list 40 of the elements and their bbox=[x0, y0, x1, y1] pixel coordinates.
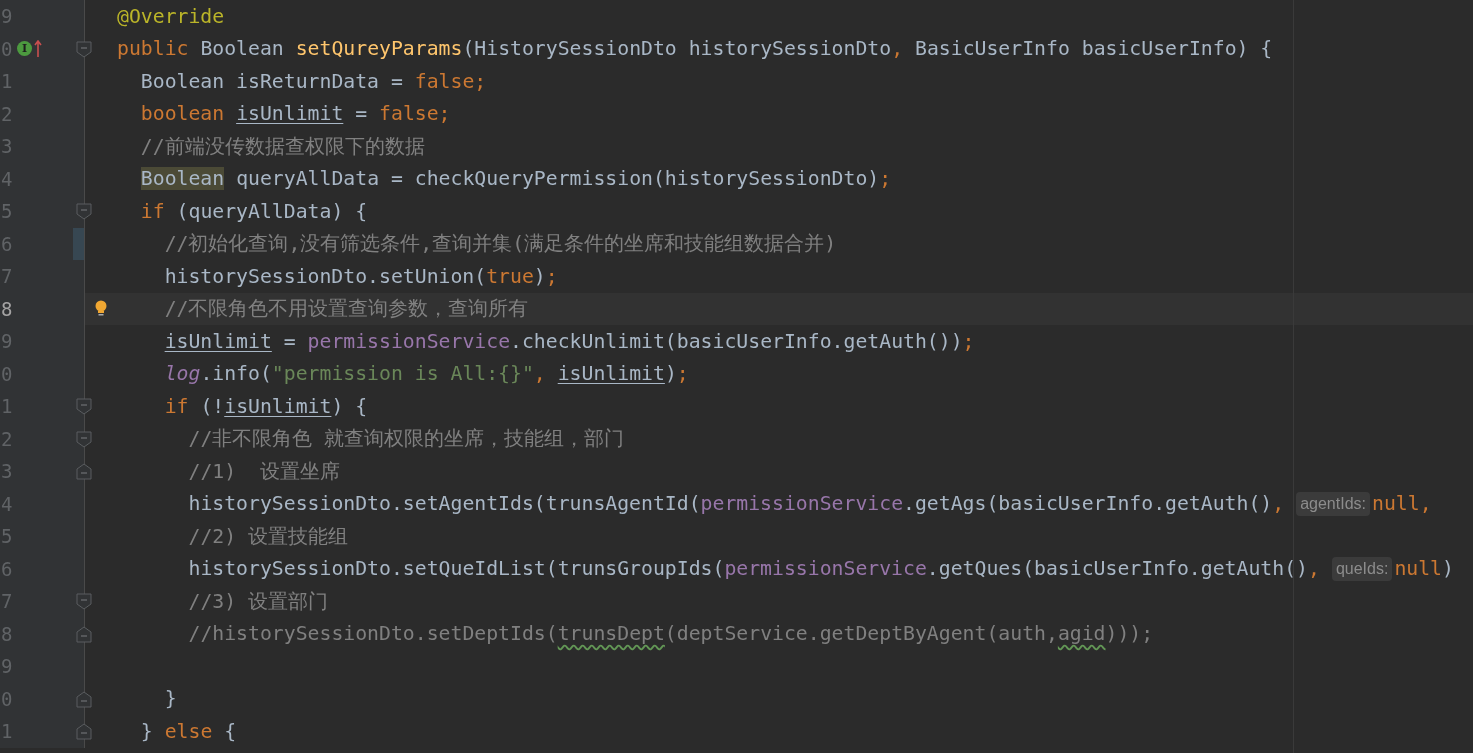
code-text: //historySessionDto.setDeptIds(trunsDept(deptService.getDeptByAgent(auth,agid))); bbox=[187, 622, 1154, 646]
code-text: null) bbox=[1394, 557, 1454, 581]
implements-badge[interactable]: I bbox=[17, 41, 32, 57]
line-number: 8 bbox=[1, 297, 14, 320]
code-text: historySessionDto.setAgentIds(trunsAgentId(permissionService.getAgs(basicUserInfo.getAuth(), bbox=[187, 492, 1285, 516]
code-text: historySessionDto.setUnion(true); bbox=[163, 264, 558, 288]
fold-marker-icon[interactable] bbox=[76, 398, 92, 415]
fold-marker-icon[interactable] bbox=[76, 463, 92, 480]
code-text: //初始化查询,没有筛选条件,查询并集(满足条件的坐席和技能组数据合并) bbox=[163, 231, 837, 258]
code-text: //不限角色不用设置查询参数，查询所有 bbox=[163, 296, 529, 323]
code-text: Boolean queryAllData = checkQueryPermission(historySessionDto); bbox=[139, 167, 892, 191]
code-text: isUnlimit = permissionService.checkUnlimit(basicUserInfo.getAuth()); bbox=[163, 329, 975, 353]
up-arrow-icon[interactable] bbox=[34, 39, 42, 58]
code-text: log.info("permission is All:{}", isUnlimit); bbox=[163, 362, 689, 386]
fold-marker-icon[interactable] bbox=[76, 430, 92, 448]
code-text: historySessionDto.setQueIdList(trunsGroupIds(permissionService.getQues(basicUserInfo.getAuth(), bbox=[187, 557, 1320, 581]
code-text: @Override bbox=[117, 4, 225, 28]
code-text: //2) 设置技能组 bbox=[187, 523, 348, 550]
code-text: Boolean isReturnData = false; bbox=[139, 69, 487, 93]
code-text: //前端没传数据查权限下的数据 bbox=[139, 133, 425, 160]
fold-marker-icon[interactable] bbox=[76, 690, 92, 708]
fold-marker-icon[interactable] bbox=[76, 203, 92, 220]
change-marker[interactable] bbox=[73, 227, 84, 260]
code-text: if (queryAllData) { bbox=[139, 199, 368, 223]
code-text: //非不限角色 就查询权限的坐席，技能组，部门 bbox=[187, 426, 625, 453]
code-text: } else { bbox=[139, 719, 237, 743]
lightbulb-icon[interactable] bbox=[95, 300, 107, 318]
code-text: } bbox=[163, 687, 177, 711]
code-text: public Boolean setQureyParams(HistorySessionDto historySessionDto, BasicUserInfo basicUserInfo) { bbox=[117, 37, 1273, 61]
code-text: //3) 设置部门 bbox=[187, 588, 328, 615]
code-text: //1) 设置坐席 bbox=[187, 458, 340, 485]
parameter-hint: agentIds: bbox=[1296, 491, 1370, 516]
parameter-hint: queIds: bbox=[1331, 556, 1393, 581]
code-text: null, bbox=[1372, 492, 1432, 516]
code-text: boolean isUnlimit = false; bbox=[139, 102, 451, 126]
fold-marker-icon[interactable] bbox=[76, 723, 92, 740]
code-text: if (!isUnlimit) { bbox=[163, 394, 368, 418]
fold-marker-icon[interactable] bbox=[76, 625, 92, 643]
fold-marker-icon[interactable] bbox=[76, 593, 92, 610]
fold-marker-icon[interactable] bbox=[76, 40, 92, 58]
